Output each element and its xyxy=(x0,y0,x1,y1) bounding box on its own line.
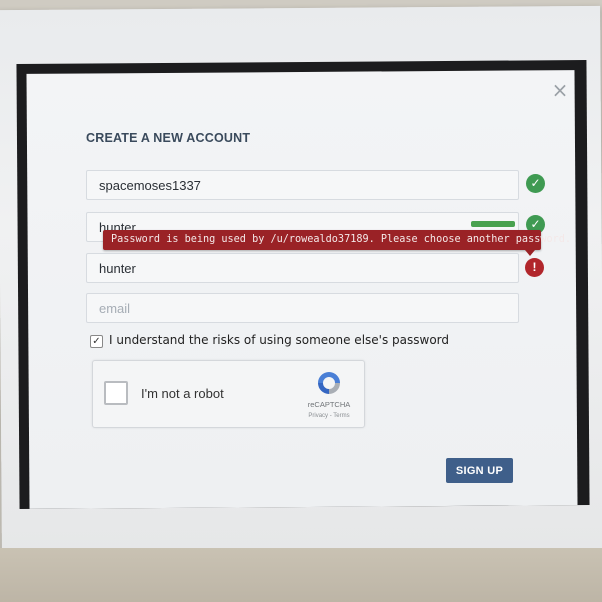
recaptcha-label: I'm not a robot xyxy=(141,386,224,401)
terms-checkbox[interactable]: ✓ xyxy=(90,335,103,348)
password-strength-bar xyxy=(471,221,515,227)
confirm-password-field[interactable] xyxy=(86,253,519,283)
sign-up-button[interactable]: SIGN UP xyxy=(446,458,513,483)
recaptcha-brand: reCAPTCHA xyxy=(307,400,351,409)
username-input[interactable] xyxy=(99,171,499,199)
close-icon[interactable]: × xyxy=(548,78,572,102)
recaptcha-logo-icon xyxy=(318,372,340,394)
modal-title: CREATE A NEW ACCOUNT xyxy=(86,131,251,145)
check-circle-icon: ✓ xyxy=(526,174,545,193)
recaptcha-checkbox[interactable] xyxy=(104,381,128,405)
username-field[interactable] xyxy=(86,170,519,200)
floor-background xyxy=(0,548,602,602)
password-error-tooltip: Password is being used by /u/rowealdo371… xyxy=(103,230,571,250)
email-field[interactable] xyxy=(86,293,519,323)
exclamation-circle-icon: ! xyxy=(525,258,544,277)
recaptcha-privacy-links[interactable]: Privacy - Terms xyxy=(299,413,359,419)
recaptcha-widget: I'm not a robot reCAPTCHA Privacy - Term… xyxy=(92,360,365,428)
terms-checkbox-label: I understand the risks of using someone … xyxy=(109,333,449,347)
confirm-password-input[interactable] xyxy=(99,254,499,282)
tooltip-arrow xyxy=(525,250,535,256)
email-input[interactable] xyxy=(99,294,499,322)
